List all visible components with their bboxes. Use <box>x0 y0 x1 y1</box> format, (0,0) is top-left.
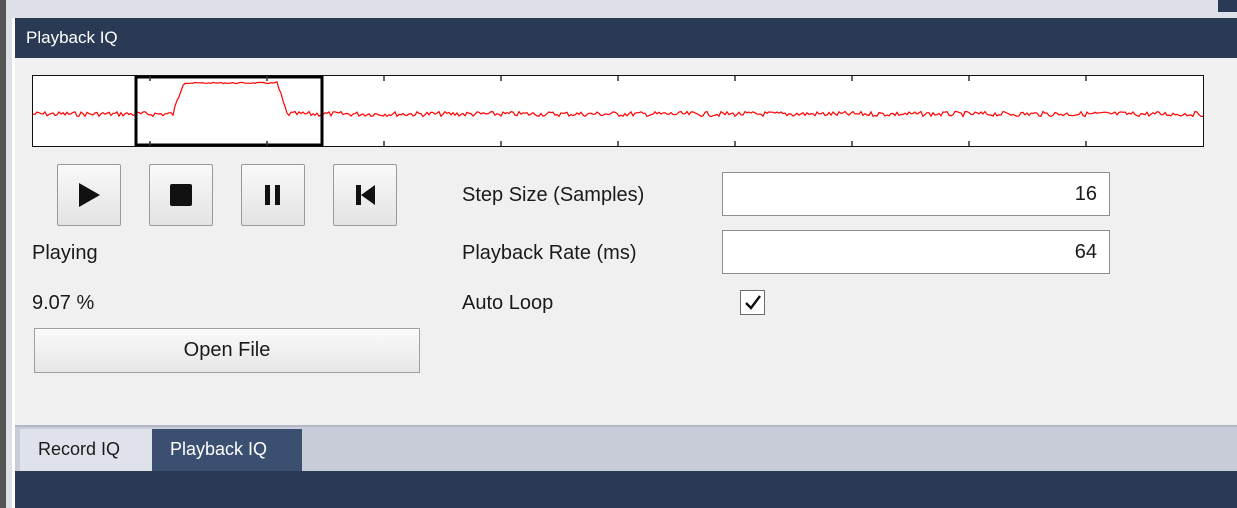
skip-to-start-button[interactable] <box>333 164 397 226</box>
playback-window[interactable] <box>134 76 324 146</box>
window-edge-inner <box>6 0 12 508</box>
playback-panel: Playback IQ Playing 9.07 % Open File Ste… <box>15 18 1237 508</box>
play-icon <box>79 183 100 207</box>
playback-rate-label: Playback Rate (ms) <box>462 242 637 264</box>
pause-icon <box>265 185 280 205</box>
stop-button[interactable] <box>149 164 213 226</box>
check-icon <box>745 295 761 310</box>
pause-button[interactable] <box>241 164 305 226</box>
open-file-button[interactable]: Open File <box>34 328 420 373</box>
waveform-ticks <box>149 76 1087 146</box>
playback-rate-input[interactable]: 64 <box>722 230 1110 274</box>
panel-title: Playback IQ <box>15 18 1237 58</box>
status-text: Playing <box>32 242 98 264</box>
waveform-view[interactable] <box>32 75 1204 147</box>
signal-trace <box>33 81 1203 118</box>
top-strip <box>12 0 1237 18</box>
stop-icon <box>170 184 192 206</box>
status-bar <box>15 471 1237 508</box>
auto-loop-checkbox[interactable] <box>740 290 765 315</box>
progress-text: 9.07 % <box>32 292 95 314</box>
skip-to-start-icon <box>356 185 375 205</box>
step-size-label: Step Size (Samples) <box>462 184 645 206</box>
waveform-svg <box>33 76 1203 146</box>
top-strip-dark <box>1218 0 1237 12</box>
tab-bar: Record IQ Playback IQ <box>15 425 1237 471</box>
tab-playback-iq[interactable]: Playback IQ <box>152 429 302 471</box>
step-size-input[interactable]: 16 <box>722 172 1110 216</box>
tab-record-iq[interactable]: Record IQ <box>20 429 152 471</box>
auto-loop-label: Auto Loop <box>462 292 554 314</box>
play-button[interactable] <box>57 164 121 226</box>
